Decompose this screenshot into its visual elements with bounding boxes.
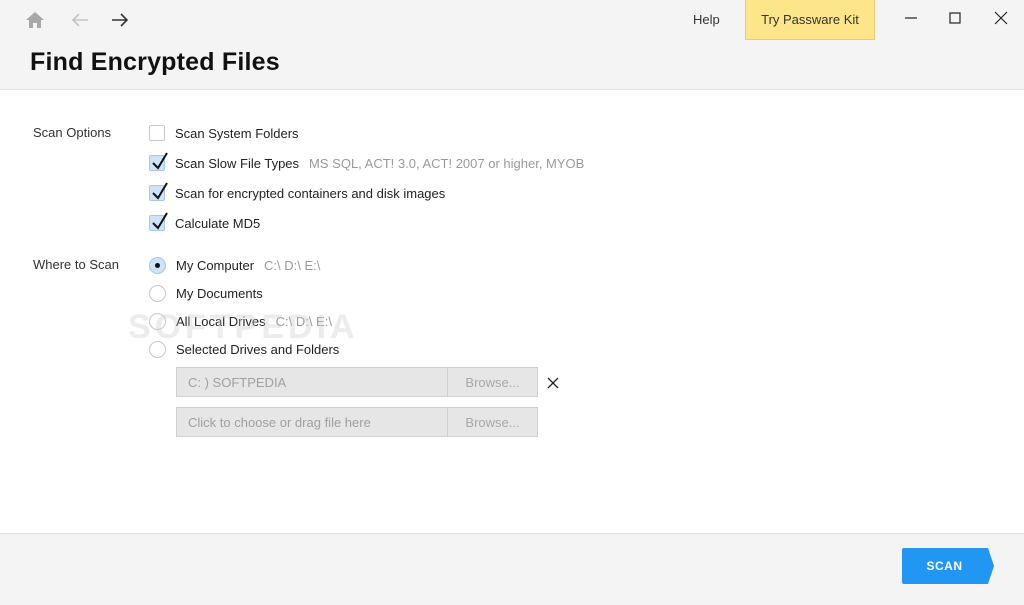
checkbox-unchecked[interactable] bbox=[149, 125, 165, 141]
option-hint: MS SQL, ACT! 3.0, ACT! 2007 or higher, M… bbox=[309, 155, 585, 171]
path-row: Click to choose or drag file here Browse… bbox=[176, 407, 538, 437]
checkbox-checked[interactable] bbox=[149, 182, 168, 201]
browse-button[interactable]: Browse... bbox=[447, 408, 537, 436]
option-label[interactable]: Selected Drives and Folders bbox=[176, 342, 339, 357]
path-row: C: ) SOFTPEDIA Browse... bbox=[176, 367, 538, 397]
scan-button[interactable]: SCAN bbox=[902, 548, 994, 584]
radio-unselected[interactable] bbox=[149, 312, 166, 330]
option-label[interactable]: My Documents bbox=[176, 286, 263, 301]
path-input[interactable]: C: ) SOFTPEDIA bbox=[177, 368, 447, 396]
checkbox-checked[interactable] bbox=[149, 212, 168, 231]
scan-options-label: Scan Options bbox=[33, 125, 112, 140]
option-hint: C:\ D:\ E:\ bbox=[275, 313, 332, 329]
radio-all-local-drives[interactable]: All Local Drives C:\ D:\ E:\ bbox=[149, 312, 332, 330]
remove-path-icon[interactable] bbox=[545, 375, 561, 391]
radio-my-documents[interactable]: My Documents bbox=[149, 284, 263, 302]
option-calculate-md5[interactable]: Calculate MD5 bbox=[149, 212, 260, 232]
radio-unselected[interactable] bbox=[149, 340, 166, 358]
option-scan-slow-file-types[interactable]: Scan Slow File Types MS SQL, ACT! 3.0, A… bbox=[149, 152, 585, 172]
option-label[interactable]: Calculate MD5 bbox=[175, 216, 260, 231]
checkmark-icon bbox=[152, 152, 168, 170]
top-bar: Find Encrypted Files Help Try Passware K… bbox=[0, 0, 1024, 90]
arrow-left-icon[interactable] bbox=[68, 8, 92, 32]
page-title: Find Encrypted Files bbox=[30, 48, 280, 76]
option-label[interactable]: My Computer bbox=[176, 258, 254, 273]
option-label[interactable]: Scan for encrypted containers and disk i… bbox=[175, 186, 445, 201]
option-scan-encrypted-containers[interactable]: Scan for encrypted containers and disk i… bbox=[149, 182, 445, 202]
minimize-icon[interactable] bbox=[899, 6, 923, 30]
maximize-icon[interactable] bbox=[943, 6, 967, 30]
try-passware-kit-button[interactable]: Try Passware Kit bbox=[745, 0, 875, 40]
browse-button[interactable]: Browse... bbox=[447, 368, 537, 396]
home-icon[interactable] bbox=[23, 8, 47, 32]
path-input-empty[interactable]: Click to choose or drag file here bbox=[177, 408, 447, 436]
radio-my-computer[interactable]: My Computer C:\ D:\ E:\ bbox=[149, 256, 320, 274]
radio-selected[interactable] bbox=[149, 256, 166, 274]
option-scan-system-folders[interactable]: Scan System Folders bbox=[149, 124, 299, 142]
checkmark-icon bbox=[152, 182, 168, 200]
close-icon[interactable] bbox=[989, 6, 1013, 30]
checkmark-icon bbox=[152, 212, 168, 230]
scan-label: SCAN bbox=[926, 559, 963, 573]
option-label[interactable]: Scan Slow File Types bbox=[175, 156, 299, 171]
where-to-scan-label: Where to Scan bbox=[33, 257, 119, 272]
help-link[interactable]: Help bbox=[693, 12, 720, 27]
footer bbox=[0, 533, 1024, 605]
radio-unselected[interactable] bbox=[149, 284, 166, 302]
checkbox-checked[interactable] bbox=[149, 152, 168, 171]
option-hint: C:\ D:\ E:\ bbox=[264, 257, 321, 273]
arrow-right-icon[interactable] bbox=[108, 8, 132, 32]
option-label[interactable]: All Local Drives bbox=[176, 314, 266, 329]
radio-selected-drives-folders[interactable]: Selected Drives and Folders bbox=[149, 340, 339, 358]
option-label[interactable]: Scan System Folders bbox=[175, 126, 299, 141]
